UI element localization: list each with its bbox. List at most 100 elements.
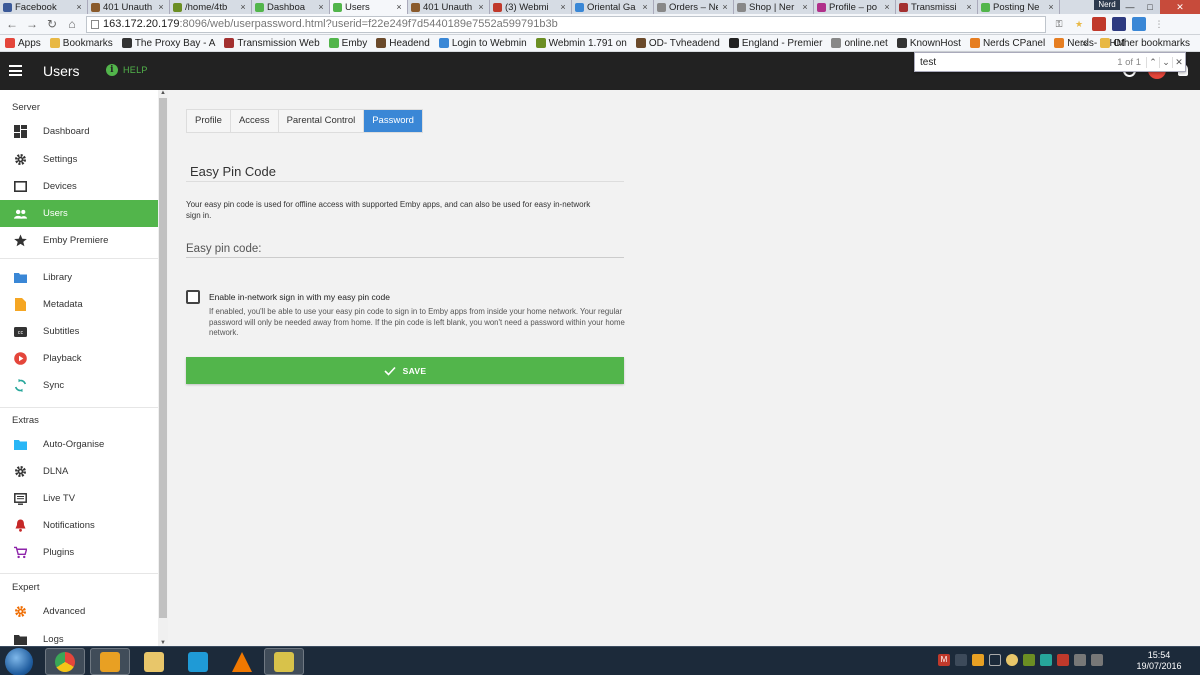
tab-close-icon[interactable]: × — [157, 2, 165, 12]
in-network-signin-checkbox[interactable] — [186, 290, 200, 304]
sidebar-item-plugins[interactable]: Plugins — [0, 539, 158, 566]
find-previous-icon[interactable]: ⌃ — [1146, 56, 1159, 68]
extension-red-icon[interactable] — [1092, 17, 1106, 31]
bookmark-item[interactable]: KnownHost — [896, 38, 961, 49]
taskbar-app-chrome[interactable] — [45, 648, 85, 675]
tray-antivirus-icon[interactable]: M — [938, 654, 950, 666]
tray-app-icon[interactable] — [1023, 654, 1035, 666]
bookmark-item[interactable]: online.net — [831, 38, 888, 49]
tab-close-icon[interactable]: × — [477, 2, 485, 12]
back-icon[interactable]: ← — [4, 16, 20, 32]
menu-dots-icon[interactable]: ⋮ — [1152, 17, 1166, 31]
sidebar-item-library[interactable]: Library — [0, 264, 158, 291]
tab-close-icon[interactable]: × — [883, 2, 891, 12]
tab-profile[interactable]: Profile — [187, 110, 231, 132]
tray-dictionary-icon[interactable] — [989, 654, 1001, 666]
taskbar-app-notes[interactable] — [264, 648, 304, 675]
tab-close-icon[interactable]: × — [239, 2, 247, 12]
tab-access[interactable]: Access — [230, 110, 279, 132]
key-icon[interactable]: ⚿ — [1052, 17, 1066, 31]
start-button[interactable] — [5, 648, 33, 675]
taskbar-app-vlc[interactable] — [222, 648, 262, 675]
find-close-icon[interactable]: ✕ — [1172, 56, 1185, 68]
taskbar-clock[interactable]: 15:54 19/07/2016 — [1128, 650, 1190, 672]
sidebar-item-notifications[interactable]: Notifications — [0, 512, 158, 539]
tab-close-icon[interactable]: × — [395, 2, 403, 12]
tray-alert-icon[interactable] — [1057, 654, 1069, 666]
browser-tab[interactable]: 401 Unauth × — [88, 0, 170, 14]
checkbox-label[interactable]: Enable in-network sign in with my easy p… — [209, 292, 390, 302]
tray-status-icon[interactable] — [1006, 654, 1018, 666]
reload-icon[interactable]: ↻ — [44, 16, 60, 32]
tab-parental-control[interactable]: Parental Control — [278, 110, 365, 132]
bookmark-item[interactable]: The Proxy Bay - A — [121, 38, 215, 49]
tab-close-icon[interactable]: × — [559, 2, 567, 12]
home-icon[interactable]: ⌂ — [64, 16, 80, 32]
scrollbar-thumb[interactable] — [159, 98, 167, 618]
sidebar-item-logs[interactable]: Logs — [0, 626, 158, 646]
forward-icon[interactable]: → — [24, 16, 40, 32]
extension-circle-icon[interactable] — [1132, 17, 1146, 31]
more-bookmarks-chevron[interactable]: » — [1082, 38, 1088, 49]
tab-close-icon[interactable]: × — [801, 2, 809, 12]
sidebar-item-emby-premiere[interactable]: Emby Premiere — [0, 227, 158, 254]
browser-tab[interactable]: 401 Unauth × — [408, 0, 490, 14]
sidebar-item-metadata[interactable]: Metadata — [0, 291, 158, 318]
profile-badge[interactable]: Nerd — [1094, 0, 1120, 10]
maximize-icon[interactable]: □ — [1140, 0, 1160, 14]
bookmark-item[interactable]: Nerds CPanel — [969, 38, 1045, 49]
taskbar-app-file-explorer[interactable] — [134, 648, 174, 675]
bookmark-item[interactable]: Emby — [328, 38, 367, 49]
help-link[interactable]: i HELP — [106, 64, 148, 76]
find-next-icon[interactable]: ⌄ — [1159, 56, 1172, 68]
browser-tab[interactable]: Dashboa × — [252, 0, 330, 14]
bookmark-item[interactable]: Apps — [5, 38, 41, 49]
close-window-icon[interactable]: ✕ — [1160, 0, 1200, 14]
browser-tab[interactable]: Shop | Ner × — [734, 0, 814, 14]
bookmark-other[interactable]: » Other bookmarks — [1082, 38, 1190, 49]
browser-tab[interactable]: (3) Webmi × — [490, 0, 572, 14]
sidebar-item-dashboard[interactable]: Dashboard — [0, 118, 158, 145]
bookmark-item[interactable]: England - Premier — [728, 38, 822, 49]
browser-tab[interactable]: Profile – po × — [814, 0, 896, 14]
sidebar-item-auto-organise[interactable]: Auto-Organise — [0, 431, 158, 458]
browser-tab[interactable]: Orders – Ne × — [654, 0, 734, 14]
save-button[interactable]: SAVE — [186, 357, 624, 384]
menu-icon[interactable] — [9, 65, 22, 76]
address-bar[interactable]: 163.172.20.179:8096/web/userpassword.htm… — [86, 15, 1046, 33]
find-input[interactable]: test — [915, 57, 1117, 68]
sidebar-item-subtitles[interactable]: cc Subtitles — [0, 318, 158, 345]
taskbar-app-outlook[interactable] — [90, 648, 130, 675]
tray-volume-icon[interactable] — [1091, 654, 1103, 666]
tray-signal-icon[interactable] — [1074, 654, 1086, 666]
browser-tab[interactable]: /home/4tb × — [170, 0, 252, 14]
bookmark-item[interactable]: Headend — [376, 38, 430, 49]
tab-close-icon[interactable]: × — [641, 2, 649, 12]
browser-tab[interactable]: Users × — [330, 0, 408, 14]
sidebar-item-devices[interactable]: Devices — [0, 173, 158, 200]
tab-close-icon[interactable]: × — [1047, 2, 1055, 12]
bookmark-item[interactable]: Login to Webmin — [438, 38, 527, 49]
tray-sync-icon[interactable] — [1040, 654, 1052, 666]
sidebar-item-live-tv[interactable]: Live TV — [0, 485, 158, 512]
tab-password[interactable]: Password — [364, 110, 422, 132]
sidebar-item-users[interactable]: Users — [0, 200, 158, 227]
browser-tab[interactable]: Oriental Ga × — [572, 0, 654, 14]
tab-close-icon[interactable]: × — [965, 2, 973, 12]
bookmark-item[interactable]: Webmin 1.791 on — [535, 38, 627, 49]
browser-tab[interactable]: Transmissi × — [896, 0, 978, 14]
browser-tab[interactable]: Posting Ne × — [978, 0, 1060, 14]
bookmark-item[interactable]: Transmission Web — [224, 38, 320, 49]
browser-tab[interactable]: Facebook × — [0, 0, 88, 14]
easy-pin-field[interactable]: Easy pin code: — [186, 243, 261, 255]
bookmark-item[interactable]: OD- Tvheadend — [635, 38, 720, 49]
tab-close-icon[interactable]: × — [721, 2, 729, 12]
bookmark-star-icon[interactable]: ★ — [1072, 17, 1086, 31]
sidebar-scrollbar[interactable]: ▲ ▼ — [158, 90, 168, 646]
tab-close-icon[interactable]: × — [317, 2, 325, 12]
sidebar-item-playback[interactable]: Playback — [0, 345, 158, 372]
minimize-icon[interactable]: — — [1120, 0, 1140, 14]
tray-office-icon[interactable] — [972, 654, 984, 666]
tray-network-icon[interactable] — [955, 654, 967, 666]
tab-close-icon[interactable]: × — [75, 2, 83, 12]
